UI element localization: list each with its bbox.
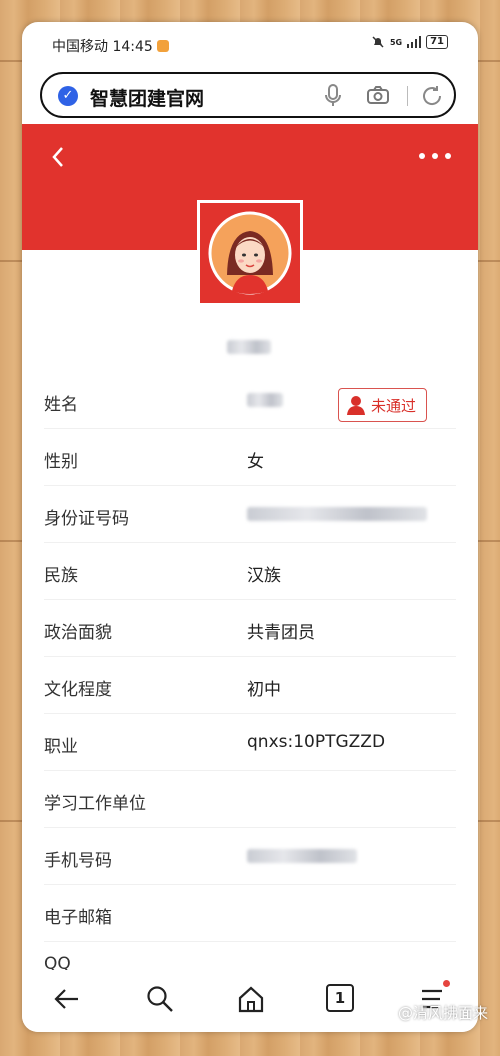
label-workplace: 学习工作单位: [44, 794, 146, 814]
status-bar: 中国移动 14:45 5G 71: [22, 22, 478, 68]
value-gender: 女: [247, 452, 264, 472]
verified-shield-icon: ✓: [58, 86, 78, 106]
value-ethnicity: 汉族: [247, 566, 281, 586]
notification-dot: [443, 980, 450, 987]
label-id-number: 身份证号码: [44, 509, 129, 529]
row-phone: 手机号码: [44, 828, 456, 885]
row-occupation: 职业 qnxs:10PTGZZD: [44, 714, 456, 771]
label-name: 姓名: [44, 395, 78, 415]
label-political-status: 政治面貌: [44, 623, 112, 643]
watermark: @清风拂面来: [397, 1004, 488, 1022]
row-political-status: 政治面貌 共青团员: [44, 600, 456, 657]
value-id-number: [247, 504, 427, 526]
avatar-frame: [197, 200, 303, 306]
row-education: 文化程度 初中: [44, 657, 456, 714]
back-chevron-icon[interactable]: [50, 144, 66, 170]
refresh-icon[interactable]: [420, 84, 444, 108]
network-label: 5G: [389, 37, 403, 47]
label-ethnicity: 民族: [44, 566, 78, 586]
back-arrow-icon[interactable]: [52, 984, 82, 1014]
battery-icon: 71: [426, 35, 448, 49]
value-occupation: qnxs:10PTGZZD: [247, 732, 386, 752]
label-email: 电子邮箱: [44, 908, 112, 928]
value-phone: [247, 846, 357, 868]
status-badge[interactable]: 未通过: [338, 388, 428, 422]
status-icons: 5G 71: [371, 35, 448, 49]
profile-list: 姓名 未通过 性别 女 身份证号码 民族 汉族 政治面貌 共青团员 文化程度 初…: [22, 372, 478, 942]
person-icon: [347, 396, 365, 415]
address-bar[interactable]: ✓ 智慧团建官网: [40, 72, 456, 118]
microphone-icon[interactable]: [324, 84, 342, 108]
value-name: [247, 390, 283, 412]
row-ethnicity: 民族 汉族: [44, 543, 456, 600]
masked-name: [227, 340, 271, 354]
camera-icon[interactable]: [366, 85, 390, 105]
value-political-status: 共青团员: [247, 623, 315, 643]
status-badge-label: 未通过: [371, 396, 417, 415]
label-education: 文化程度: [44, 680, 112, 700]
search-icon[interactable]: [145, 984, 175, 1014]
label-phone: 手机号码: [44, 851, 112, 871]
notification-icon: [156, 40, 169, 52]
row-workplace: 学习工作单位: [44, 771, 456, 828]
row-email: 电子邮箱: [44, 885, 456, 942]
home-icon[interactable]: [236, 984, 266, 1014]
row-id-number: 身份证号码: [44, 486, 456, 543]
signal-icon: [407, 36, 422, 48]
more-dots-icon[interactable]: [418, 152, 452, 160]
tab-count: 1: [326, 984, 354, 1012]
mute-bell-icon: [372, 36, 384, 48]
label-gender: 性别: [44, 452, 78, 472]
carrier-time: 中国移动 14:45: [52, 36, 169, 56]
value-education: 初中: [247, 680, 281, 700]
row-gender: 性别 女: [44, 429, 456, 486]
label-occupation: 职业: [44, 737, 78, 757]
phone-screen: 中国移动 14:45 5G 71 ✓ 智慧团建官网 姓名 未通过 性别 女 身份…: [22, 22, 478, 1032]
tabs-button[interactable]: 1: [326, 984, 356, 1014]
avatar-icon: [208, 211, 292, 295]
divider: [407, 86, 408, 106]
row-name: 姓名 未通过: [44, 372, 456, 429]
url-text[interactable]: 智慧团建官网: [90, 84, 204, 111]
